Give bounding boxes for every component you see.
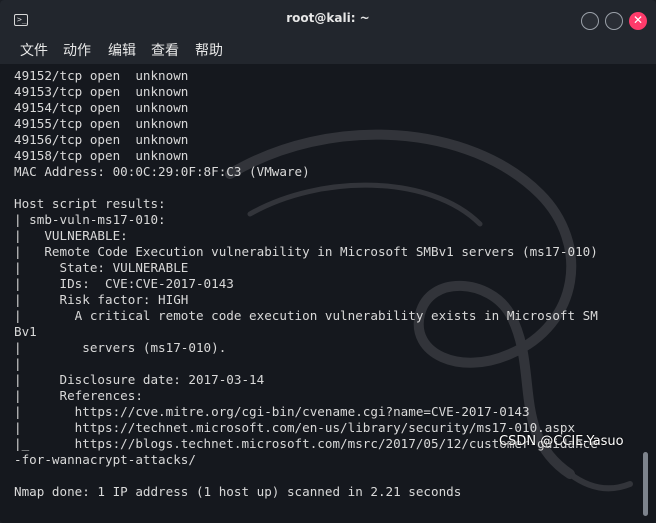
menu-help[interactable]: 帮助 bbox=[195, 42, 223, 60]
terminal-line: MAC Address: 00:0C:29:0F:8F:C3 (VMware) bbox=[14, 164, 310, 179]
terminal-line: 49152/tcp open unknown bbox=[14, 68, 189, 83]
terminal-output[interactable]: 49152/tcp open unknown 49153/tcp open unk… bbox=[0, 64, 656, 523]
terminal-line: | Risk factor: HIGH bbox=[14, 292, 189, 307]
terminal-line: | Remote Code Execution vulnerability in… bbox=[14, 244, 598, 259]
terminal-line: | A critical remote code execution vulne… bbox=[14, 308, 598, 323]
terminal-line: 49158/tcp open unknown bbox=[14, 148, 189, 163]
maximize-button[interactable] bbox=[605, 12, 623, 30]
terminal-line: 49154/tcp open unknown bbox=[14, 100, 189, 115]
scrollbar[interactable] bbox=[643, 452, 648, 516]
menu-view[interactable]: 查看 bbox=[151, 42, 179, 60]
menu-actions[interactable]: 动作 bbox=[63, 42, 91, 60]
terminal-line: | References: bbox=[14, 388, 143, 403]
terminal-line: Host script results: bbox=[14, 196, 166, 211]
terminal-window: >_ root@kali: ~ ✕ 文件 动作 编辑 查看 帮助 49152/t… bbox=[0, 0, 656, 523]
terminal-line: | VULNERABLE: bbox=[14, 228, 128, 243]
terminal-line: | Disclosure date: 2017-03-14 bbox=[14, 372, 265, 387]
terminal-line: -for-wannacrypt-attacks/ bbox=[14, 452, 196, 467]
window-title: root@kali: ~ bbox=[286, 11, 370, 25]
terminal-line: | IDs: CVE:CVE-2017-0143 bbox=[14, 276, 234, 291]
terminal-line: 49156/tcp open unknown bbox=[14, 132, 189, 147]
close-button[interactable]: ✕ bbox=[629, 12, 647, 30]
title-bar[interactable]: >_ root@kali: ~ ✕ bbox=[0, 0, 656, 38]
menu-file[interactable]: 文件 bbox=[20, 42, 48, 60]
terminal-line: | https://cve.mitre.org/cgi-bin/cvename.… bbox=[14, 404, 530, 419]
terminal-line: | servers (ms17-010). bbox=[14, 340, 227, 355]
terminal-line: | smb-vuln-ms17-010: bbox=[14, 212, 166, 227]
terminal-line: 49155/tcp open unknown bbox=[14, 116, 189, 131]
terminal-line: Nmap done: 1 IP address (1 host up) scan… bbox=[14, 484, 462, 499]
close-icon: ✕ bbox=[632, 13, 644, 27]
csdn-watermark: CSDN @CCIE-Yasuo bbox=[499, 434, 624, 449]
minimize-button[interactable] bbox=[581, 12, 599, 30]
menu-edit[interactable]: 编辑 bbox=[108, 42, 136, 60]
terminal-line: 49153/tcp open unknown bbox=[14, 84, 189, 99]
terminal-line: | State: VULNERABLE bbox=[14, 260, 189, 275]
terminal-line: | bbox=[14, 356, 22, 371]
menu-bar: 文件 动作 编辑 查看 帮助 bbox=[0, 38, 656, 64]
terminal-line: Bv1 bbox=[14, 324, 37, 339]
